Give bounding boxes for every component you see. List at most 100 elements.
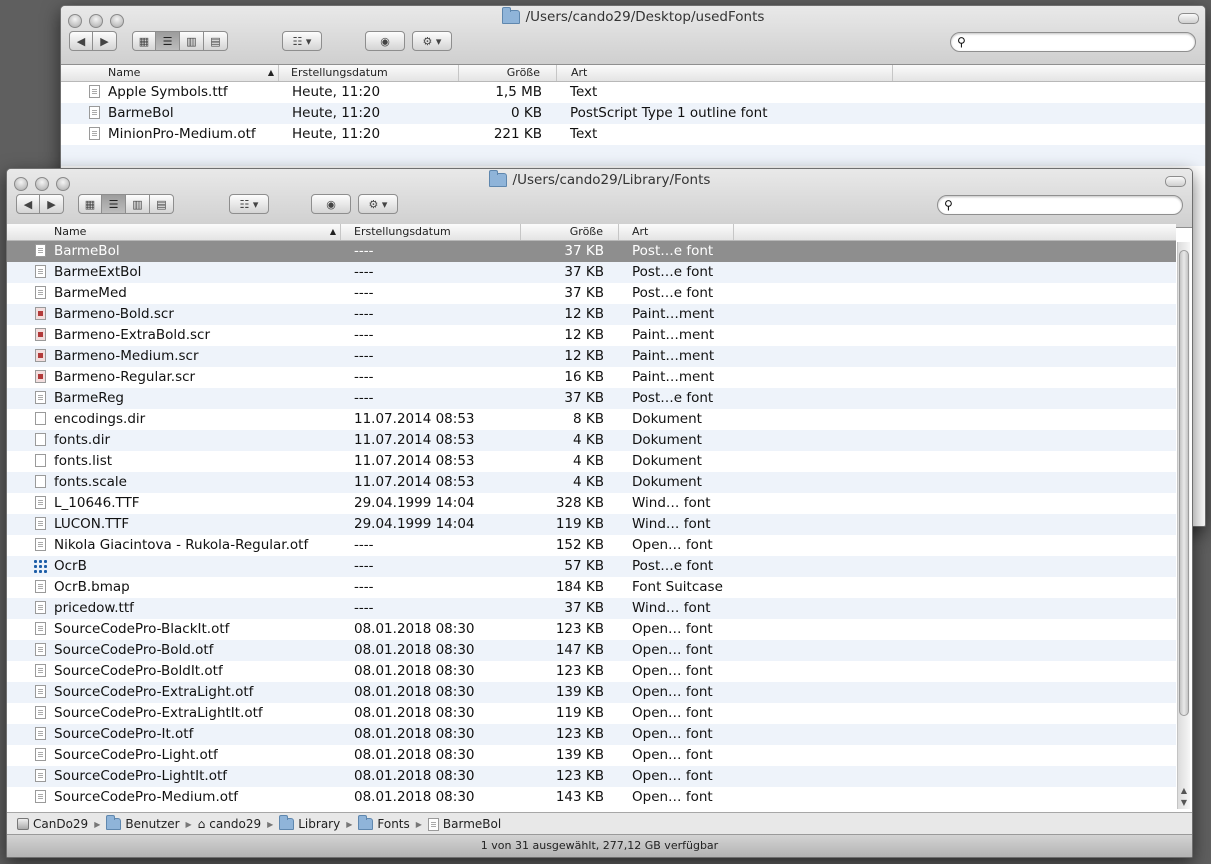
cell-size: 123 KB — [555, 663, 604, 679]
table-row[interactable]: BarmeMed ---- 37 KB Post…e font — [7, 283, 1176, 304]
coverflow-view-button[interactable]: ▤ — [150, 194, 174, 214]
header-size[interactable]: Größe — [459, 65, 557, 81]
quick-look-button[interactable]: ◉ — [365, 31, 405, 51]
coverflow-view-button[interactable]: ▤ — [204, 31, 228, 51]
table-row[interactable]: BarmeReg ---- 37 KB Post…e font — [7, 388, 1176, 409]
folder-icon — [488, 170, 507, 187]
toolbar-toggle-button[interactable] — [1178, 13, 1199, 24]
front-window-titlebar[interactable]: /Users/cando29/Library/Fonts ◀ ▶ ▦ ☰ ▥ ▤… — [7, 169, 1192, 228]
search-input[interactable] — [956, 197, 1161, 213]
font-file-icon — [35, 580, 46, 593]
table-row[interactable]: SourceCodePro-BlackIt.otf 08.01.2018 08:3… — [7, 619, 1176, 640]
path-separator-icon: ▶ — [346, 819, 353, 829]
table-row[interactable]: BarmeExtBol ---- 37 KB Post…e font — [7, 262, 1176, 283]
table-row[interactable]: SourceCodePro-ExtraLightIt.otf 08.01.2018… — [7, 703, 1176, 724]
table-row[interactable]: BarmeBol Heute, 11:20 0 KB PostScript Ty… — [61, 103, 1205, 124]
toolbar-toggle-button[interactable] — [1165, 176, 1186, 187]
table-row[interactable]: Barmeno-Bold.scr ---- 12 KB Paint…ment — [7, 304, 1176, 325]
icon-view-button[interactable]: ▦ — [78, 194, 102, 214]
table-row[interactable]: Barmeno-Medium.scr ---- 12 KB Paint…ment — [7, 346, 1176, 367]
scrollbar-thumb[interactable] — [1179, 250, 1189, 716]
cell-size: 8 KB — [573, 411, 604, 427]
list-view-button[interactable]: ☰ — [102, 194, 126, 214]
table-row[interactable]: fonts.list 11.07.2014 08:53 4 KB Dokument — [7, 451, 1176, 472]
table-row[interactable]: OcrB.bmap ---- 184 KB Font Suitcase — [7, 577, 1176, 598]
arrange-button[interactable]: ☷ ▾ — [229, 194, 269, 214]
table-row[interactable]: SourceCodePro-LightIt.otf 08.01.2018 08:3… — [7, 766, 1176, 787]
header-kind[interactable]: Art — [557, 65, 893, 81]
icon-view-button[interactable]: ▦ — [132, 31, 156, 51]
path-item-benutzer[interactable]: Benutzer — [106, 815, 180, 831]
forward-button[interactable]: ▶ — [93, 31, 117, 51]
cell-name: SourceCodePro-ExtraLight.otf — [54, 684, 254, 700]
header-size[interactable]: Größe — [521, 224, 619, 240]
path-item-cando29-drive[interactable]: CanDo29 — [17, 817, 88, 831]
path-item-home[interactable]: ⌂ cando29 — [198, 817, 261, 831]
table-row[interactable]: encodings.dir 11.07.2014 08:53 8 KB Dokumen… — [7, 409, 1176, 430]
table-row[interactable]: BarmeBol ---- 37 KB Post…e font — [7, 241, 1176, 262]
font-file-icon — [35, 244, 46, 257]
table-row[interactable]: SourceCodePro-Medium.otf 08.01.2018 08:30… — [7, 787, 1176, 808]
table-row[interactable]: fonts.scale 11.07.2014 08:53 4 KB Dokument — [7, 472, 1176, 493]
font-file-icon — [35, 286, 46, 299]
vertical-scrollbar[interactable]: ▲ ▼ — [1177, 242, 1190, 809]
search-field[interactable]: ⚲ — [950, 32, 1196, 52]
cell-name: BarmeBol — [54, 243, 120, 259]
search-input[interactable] — [969, 34, 1174, 50]
table-row[interactable]: Barmeno-Regular.scr ---- 16 KB Paint…ment — [7, 367, 1176, 388]
list-view-button[interactable]: ☰ — [156, 31, 180, 51]
list-icon: ☰ — [162, 34, 173, 48]
header-name[interactable]: Name ▲ — [61, 65, 279, 81]
arrange-button[interactable]: ☷ ▾ — [282, 31, 322, 51]
view-mode-buttons: ▦ ☰ ▥ ▤ — [132, 31, 228, 51]
table-row[interactable]: OcrB ---- 57 KB Post…e font — [7, 556, 1176, 577]
cell-size: 37 KB — [564, 285, 604, 301]
table-row[interactable]: SourceCodePro-Light.otf 08.01.2018 08:30 1… — [7, 745, 1176, 766]
cell-size: 152 KB — [555, 537, 604, 553]
table-row[interactable]: SourceCodePro-It.otf 08.01.2018 08:30 123 … — [7, 724, 1176, 745]
action-button[interactable]: ⚙ ▾ — [412, 31, 452, 51]
action-button[interactable]: ⚙ ▾ — [358, 194, 398, 214]
cell-date: ---- — [354, 600, 374, 616]
table-row[interactable]: SourceCodePro-BoldIt.otf 08.01.2018 08:30… — [7, 661, 1176, 682]
back-window-titlebar[interactable]: /Users/cando29/Desktop/usedFonts ◀ ▶ ▦ ☰… — [61, 6, 1205, 65]
back-button[interactable]: ◀ — [69, 31, 93, 51]
font-file-icon — [35, 538, 46, 551]
scroll-down-arrow-icon[interactable]: ▼ — [1178, 798, 1190, 807]
quick-look-button[interactable]: ◉ — [311, 194, 351, 214]
table-row[interactable]: SourceCodePro-ExtraLight.otf 08.01.2018 0… — [7, 682, 1176, 703]
table-row[interactable]: Nikola Giacintova - Rukola-Regular.otf --… — [7, 535, 1176, 556]
sort-ascending-icon: ▲ — [267, 68, 274, 77]
back-button[interactable]: ◀ — [16, 194, 40, 214]
header-kind[interactable]: Art — [619, 224, 734, 240]
table-row[interactable]: SourceCodePro-Bold.otf 08.01.2018 08:30 14… — [7, 640, 1176, 661]
column-view-button[interactable]: ▥ — [180, 31, 204, 51]
path-item-fonts[interactable]: Fonts — [358, 815, 410, 831]
table-row[interactable]: pricedow.ttf ---- 37 KB Wind… font — [7, 598, 1176, 619]
cell-name: SourceCodePro-ExtraLightIt.otf — [54, 705, 263, 721]
header-date[interactable]: Erstellungsdatum — [279, 65, 459, 81]
forward-button[interactable]: ▶ — [40, 194, 64, 214]
font-file-icon — [35, 685, 46, 698]
table-row[interactable]: Barmeno-ExtraBold.scr ---- 12 KB Paint…ment — [7, 325, 1176, 346]
search-field[interactable]: ⚲ — [937, 195, 1183, 215]
header-name[interactable]: Name ▲ — [7, 224, 341, 240]
cell-kind: Open… font — [632, 684, 713, 700]
path-item-library[interactable]: Library — [279, 815, 340, 831]
cell-date: ---- — [354, 369, 374, 385]
scroll-up-arrow-icon[interactable]: ▲ — [1178, 786, 1190, 795]
cell-date: 29.04.1999 14:04 — [354, 516, 475, 532]
font-file-icon — [35, 664, 46, 677]
nav-buttons: ◀ ▶ — [16, 194, 64, 214]
cell-kind: Font Suitcase — [632, 579, 723, 595]
column-view-button[interactable]: ▥ — [126, 194, 150, 214]
table-row[interactable]: L_10646.TTF 29.04.1999 14:04 328 KB Wind… f… — [7, 493, 1176, 514]
cell-kind: Open… font — [632, 642, 713, 658]
table-row[interactable]: LUCON.TTF 29.04.1999 14:04 119 KB Wind… fon… — [7, 514, 1176, 535]
header-date[interactable]: Erstellungsdatum — [341, 224, 521, 240]
font-file-icon — [35, 517, 46, 530]
table-row[interactable]: Apple Symbols.ttf Heute, 11:20 1,5 MB Te… — [61, 82, 1205, 103]
table-row[interactable]: MinionPro-Medium.otf Heute, 11:20 221 KB… — [61, 124, 1205, 145]
table-row[interactable]: fonts.dir 11.07.2014 08:53 4 KB Dokument — [7, 430, 1176, 451]
path-item-barmebol[interactable]: BarmeBol — [427, 817, 501, 831]
